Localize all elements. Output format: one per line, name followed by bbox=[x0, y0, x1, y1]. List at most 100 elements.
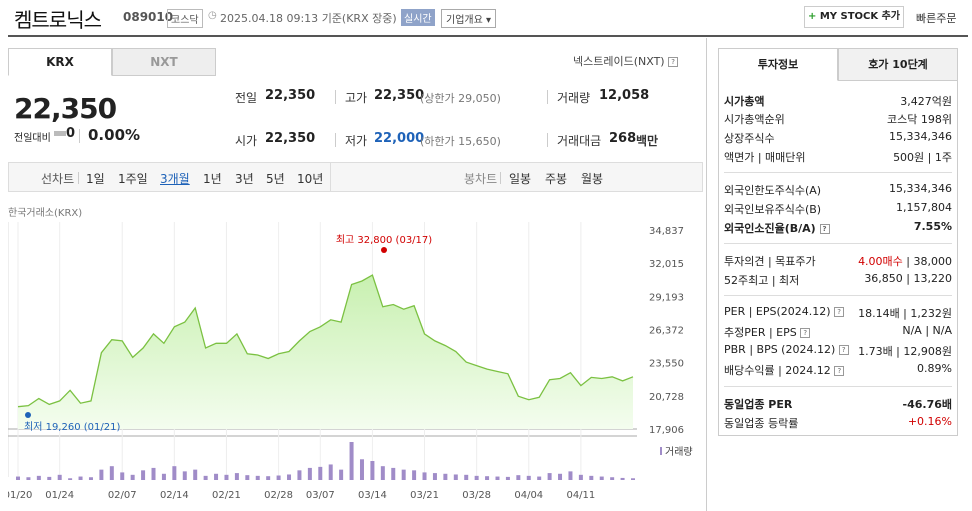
help-icon[interactable]: ? bbox=[819, 224, 830, 234]
company-overview-label: 기업개요 bbox=[446, 15, 483, 26]
volume-bar bbox=[599, 476, 604, 480]
candle-weekly[interactable]: 주봉 bbox=[545, 170, 567, 187]
info-row-foreign-ratio[interactable]: 외국인소진율(B/A) ? 7.55% bbox=[724, 220, 952, 236]
volume-bar bbox=[318, 466, 323, 480]
info-row-foreign-holding: 외국인보유주식수(B) 1,157,804 bbox=[724, 201, 952, 217]
volume-bar bbox=[297, 470, 302, 480]
y-tick-label: 20,728 bbox=[649, 392, 684, 403]
volume-bar bbox=[453, 474, 458, 480]
period-3y[interactable]: 3년 bbox=[235, 170, 254, 187]
volume-bar bbox=[234, 473, 239, 480]
volume-bar bbox=[245, 475, 250, 480]
info-row-listed-shares: 상장주식수 15,334,346 bbox=[724, 130, 952, 146]
candle-daily[interactable]: 일봉 bbox=[509, 170, 531, 187]
x-tick-label: 03/21 bbox=[410, 490, 439, 501]
x-tick-label: 02/07 bbox=[108, 490, 137, 501]
realtime-badge[interactable]: 실시간 bbox=[401, 9, 435, 26]
row-label: 투자의견 | 목표주가 bbox=[724, 255, 816, 268]
row-label: 액면가 | 매매단위 bbox=[724, 151, 806, 164]
prev-value: 22,350 bbox=[265, 88, 316, 103]
info-row-est-per: 추정PER | EPS ? N/A | N/A bbox=[724, 324, 952, 340]
info-row-market-cap-rank[interactable]: 시가총액순위 코스닥 198위 bbox=[724, 111, 952, 127]
y-tick-label: 26,372 bbox=[649, 326, 684, 337]
nxt-info-link[interactable]: 넥스트레이드(NXT) ? bbox=[573, 53, 679, 69]
help-icon[interactable]: ? bbox=[834, 366, 845, 376]
volume-bar bbox=[526, 475, 531, 480]
info-row-52w: 52주최고 | 최저 36,850 | 13,220 bbox=[724, 272, 952, 288]
info-row-sector-change[interactable]: 동일업종 등락률 +0.16% bbox=[724, 415, 952, 431]
volume-bar bbox=[339, 469, 344, 480]
period-3m[interactable]: 3개월 bbox=[160, 170, 190, 187]
volume-bar bbox=[328, 464, 333, 480]
volume-bar bbox=[547, 473, 552, 480]
x-tick-label: 04/11 bbox=[566, 490, 595, 501]
y-tick-label: 29,193 bbox=[649, 292, 684, 303]
change-percent: 0.00% bbox=[88, 126, 141, 144]
volume-value: 12,058 bbox=[599, 88, 650, 103]
high-label: 고가 bbox=[345, 91, 368, 105]
help-icon[interactable]: ? bbox=[800, 328, 811, 338]
volume-bar bbox=[224, 474, 229, 480]
volume-bar bbox=[464, 474, 469, 480]
help-icon[interactable]: ? bbox=[838, 345, 849, 355]
tab-krx[interactable]: KRX bbox=[8, 48, 112, 76]
tab-nxt[interactable]: NXT bbox=[112, 48, 216, 76]
help-icon[interactable]: ? bbox=[834, 307, 845, 317]
change-value: 0 bbox=[66, 126, 76, 141]
volume-bar bbox=[422, 472, 427, 480]
amount-value: 268 bbox=[609, 131, 637, 146]
period-10y[interactable]: 10년 bbox=[297, 170, 323, 187]
upper-limit: (상한가 29,050) bbox=[420, 92, 501, 105]
tab-invest-info[interactable]: 투자정보 bbox=[718, 48, 838, 81]
volume-bar bbox=[36, 475, 41, 480]
clock-icon: ◷ bbox=[208, 10, 217, 21]
volume-bar bbox=[432, 473, 437, 480]
period-5y[interactable]: 5년 bbox=[266, 170, 285, 187]
row-label: 시가총액 bbox=[724, 95, 765, 108]
candle-monthly[interactable]: 월봉 bbox=[581, 170, 603, 187]
volume-bar bbox=[203, 475, 208, 480]
sep bbox=[335, 90, 336, 104]
sep bbox=[500, 172, 501, 184]
x-tick-label: 03/28 bbox=[462, 490, 491, 501]
info-row-sector-per[interactable]: 동일업종 PER -46.76배 bbox=[724, 396, 952, 412]
my-stock-add-button[interactable]: + MY STOCK 추가 bbox=[804, 6, 904, 28]
row-value: 1,157,804 bbox=[896, 201, 952, 214]
row-label: 동일업종 PER bbox=[724, 398, 793, 411]
row-value: 18.14배 | 1,232원 bbox=[858, 307, 952, 320]
volume-bar bbox=[401, 469, 406, 480]
volume-bar bbox=[47, 476, 52, 480]
volume-bar bbox=[516, 475, 521, 480]
row-value: 15,334,346 bbox=[889, 182, 952, 195]
my-stock-label: MY STOCK 추가 bbox=[819, 11, 901, 22]
foreign-ratio-label: 외국인소진율(B/A) bbox=[724, 222, 816, 235]
low-value: 22,000 bbox=[374, 131, 425, 146]
price-chart[interactable]: 34,837 32,015 29,193 26,372 23,550 20,728 17,9… bbox=[8, 222, 698, 504]
row-label: 외국인보유주식수(B) bbox=[724, 203, 822, 216]
row-value: 36,850 | 13,220 bbox=[864, 272, 952, 285]
row-label: 52주최고 | 최저 bbox=[724, 274, 800, 287]
volume-bar bbox=[495, 476, 500, 480]
company-overview-button[interactable]: 기업개요 ▾ bbox=[441, 9, 497, 28]
y-tick-label: 34,837 bbox=[649, 226, 684, 237]
tab-hoga-10[interactable]: 호가 10단계 bbox=[838, 48, 958, 81]
period-1y[interactable]: 1년 bbox=[203, 170, 222, 187]
panel-divider bbox=[706, 38, 707, 511]
row-label: 외국인소진율(B/A) ? bbox=[724, 220, 830, 236]
x-tick-label: 01/24 bbox=[45, 490, 74, 501]
y-tick-label: 23,550 bbox=[649, 359, 684, 370]
period-1d[interactable]: 1일 bbox=[86, 170, 105, 187]
header-divider bbox=[8, 35, 968, 37]
volume-bar bbox=[307, 467, 312, 480]
help-icon[interactable]: ? bbox=[668, 57, 679, 67]
change-sep bbox=[79, 129, 80, 143]
market-badge: 코스닥 bbox=[167, 9, 203, 28]
price-area bbox=[18, 275, 633, 429]
volume-bar bbox=[16, 476, 20, 480]
caret-down-icon: ▾ bbox=[486, 15, 492, 26]
period-1w[interactable]: 1주일 bbox=[118, 170, 148, 187]
open-value: 22,350 bbox=[265, 131, 316, 146]
min-marker bbox=[25, 412, 31, 418]
quick-order-button[interactable]: 빠른주문 bbox=[916, 10, 956, 26]
row-label: 동일업종 등락률 bbox=[724, 417, 799, 430]
